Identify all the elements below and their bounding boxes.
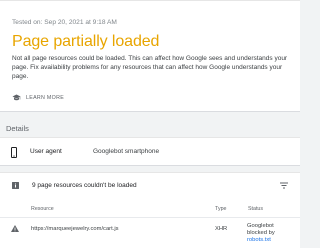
- summary-card: Tested on: Sep 20, 2021 at 9:18 AM Page …: [0, 0, 300, 112]
- resource-url[interactable]: https://marqueejewelry.com/cart.js: [31, 226, 119, 232]
- learn-more-link[interactable]: LEARN MORE: [12, 94, 64, 102]
- column-header-type[interactable]: Type: [215, 206, 226, 212]
- column-header-resource[interactable]: Resource: [31, 206, 54, 212]
- resource-type: XHR: [215, 226, 228, 232]
- tested-timestamp: Tested on: Sep 20, 2021 at 9:18 AM: [12, 19, 117, 26]
- school-icon: [12, 94, 21, 101]
- status-description: Not all page resources could be loaded. …: [12, 55, 288, 80]
- user-agent-value: Googlebot smartphone: [93, 148, 160, 155]
- smartphone-icon: [11, 147, 17, 158]
- info-icon: [12, 182, 19, 189]
- resource-status: Googlebot blocked by robots.txt: [247, 223, 275, 244]
- resources-card: 9 page resources couldn't be loaded Reso…: [0, 172, 300, 248]
- table-divider: [0, 217, 300, 218]
- status-line-2: blocked by: [247, 230, 275, 236]
- robots-txt-link[interactable]: robots.txt: [247, 237, 275, 244]
- details-section-label: Details: [6, 124, 29, 133]
- page-status-headline: Page partially loaded: [12, 33, 160, 50]
- status-line-1: Googlebot: [247, 223, 274, 229]
- user-agent-label: User agent: [30, 148, 62, 155]
- user-agent-card: User agent Googlebot smartphone: [0, 137, 300, 166]
- filter-icon[interactable]: [280, 182, 288, 189]
- column-header-status[interactable]: Status: [248, 206, 263, 212]
- resources-error-summary: 9 page resources couldn't be loaded: [32, 182, 137, 189]
- learn-more-label: LEARN MORE: [26, 95, 65, 101]
- warning-icon: [11, 225, 19, 232]
